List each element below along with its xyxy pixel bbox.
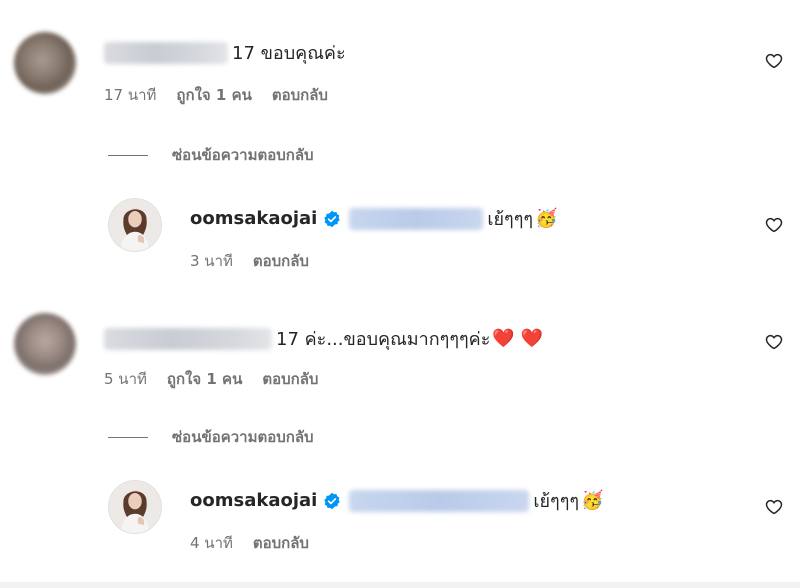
reply-time[interactable]: 4 นาที: [190, 531, 233, 555]
commenter-username-blurred[interactable]: [104, 327, 272, 350]
like-button[interactable]: [765, 498, 783, 516]
party-face-emoji: 🥳: [581, 490, 604, 511]
heart-outline-icon: [765, 334, 783, 350]
hide-replies-button[interactable]: ซ่อนข้อความตอบกลับ: [108, 425, 314, 449]
heart-outline-icon: [765, 499, 783, 515]
comment-likes[interactable]: ถูกใจ 1 คน: [167, 367, 242, 391]
comment-thread-2: 17 ค่ะ...ขอบคุณมากๆๆๆค่ะ ❤️ ❤️ 5 นาที ถู…: [0, 0, 800, 580]
reply-username[interactable]: oomsakaojai: [190, 490, 317, 511]
comment-meta: 5 นาที ถูกใจ 1 คน ตอบกลับ: [104, 367, 318, 391]
red-heart-emoji: ❤️ ❤️: [492, 328, 543, 349]
reply-body: oomsakaojai เย้ๆๆๆ 🥳: [190, 486, 603, 515]
verified-badge-icon: [323, 492, 341, 510]
mentioned-user-blurred[interactable]: [349, 489, 530, 512]
divider-line: [108, 436, 148, 438]
reply-button[interactable]: ตอบกลับ: [262, 367, 318, 391]
reply-text: เย้ๆๆๆ: [533, 491, 580, 512]
profile-photo-image: [109, 481, 161, 533]
hide-replies-label: ซ่อนข้อความตอบกลับ: [172, 428, 314, 446]
reply-meta: 4 นาที ตอบกลับ: [190, 531, 309, 555]
reply-button[interactable]: ตอบกลับ: [253, 531, 309, 555]
bottom-divider: [0, 582, 800, 588]
reply-avatar[interactable]: [108, 480, 162, 534]
comment-body: 17 ค่ะ...ขอบคุณมากๆๆๆค่ะ ❤️ ❤️: [104, 324, 543, 353]
commenter-avatar[interactable]: [14, 313, 76, 375]
comment-time[interactable]: 5 นาที: [104, 367, 147, 391]
comment-text: 17 ค่ะ...ขอบคุณมากๆๆๆค่ะ: [276, 329, 491, 350]
like-button[interactable]: [765, 333, 783, 351]
